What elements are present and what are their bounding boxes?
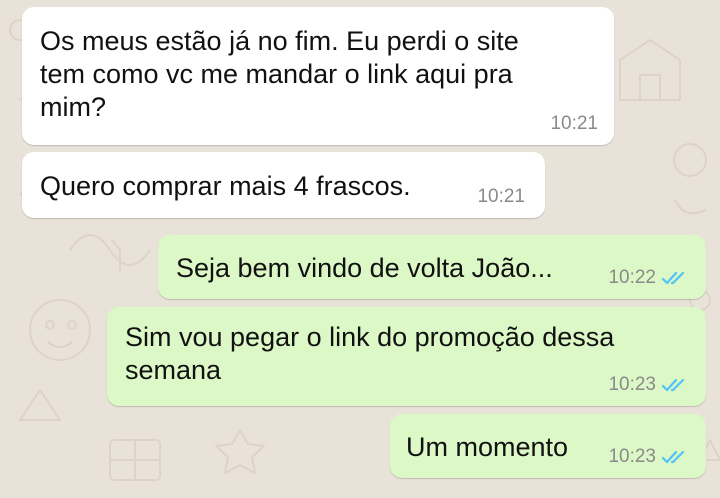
message-meta: 10:21: [477, 186, 525, 208]
message-meta: 10:23: [608, 374, 688, 396]
message-bubble-outgoing[interactable]: Sim vou pegar o link do promoção dessa s…: [107, 307, 706, 406]
message-bubble-incoming[interactable]: Quero comprar mais 4 frascos. 10:21: [22, 152, 545, 218]
message-bubble-outgoing[interactable]: Seja bem vindo de volta João... 10:22: [158, 235, 706, 299]
message-time: 10:22: [608, 267, 656, 288]
message-time: 10:23: [608, 446, 656, 467]
message-time: 10:23: [608, 374, 656, 395]
message-meta: 10:21: [550, 113, 598, 135]
double-check-read-icon: [662, 378, 685, 392]
message-time: 10:21: [477, 186, 525, 207]
message-meta: 10:23: [608, 446, 688, 468]
chat-conversation: Os meus estão já no fim. Eu perdi o site…: [0, 0, 720, 498]
message-bubble-outgoing[interactable]: Um momento 10:23: [390, 414, 706, 478]
message-text: Seja bem vindo de volta João...: [176, 253, 553, 283]
message-text: Os meus estão já no fim. Eu perdi o site…: [40, 26, 519, 122]
message-time: 10:21: [550, 113, 598, 134]
message-text: Quero comprar mais 4 frascos.: [40, 171, 411, 201]
double-check-read-icon: [662, 450, 685, 464]
double-check-read-icon: [662, 271, 685, 285]
message-meta: 10:22: [608, 267, 688, 289]
message-bubble-incoming[interactable]: Os meus estão já no fim. Eu perdi o site…: [22, 7, 614, 145]
message-text: Um momento: [406, 432, 569, 462]
